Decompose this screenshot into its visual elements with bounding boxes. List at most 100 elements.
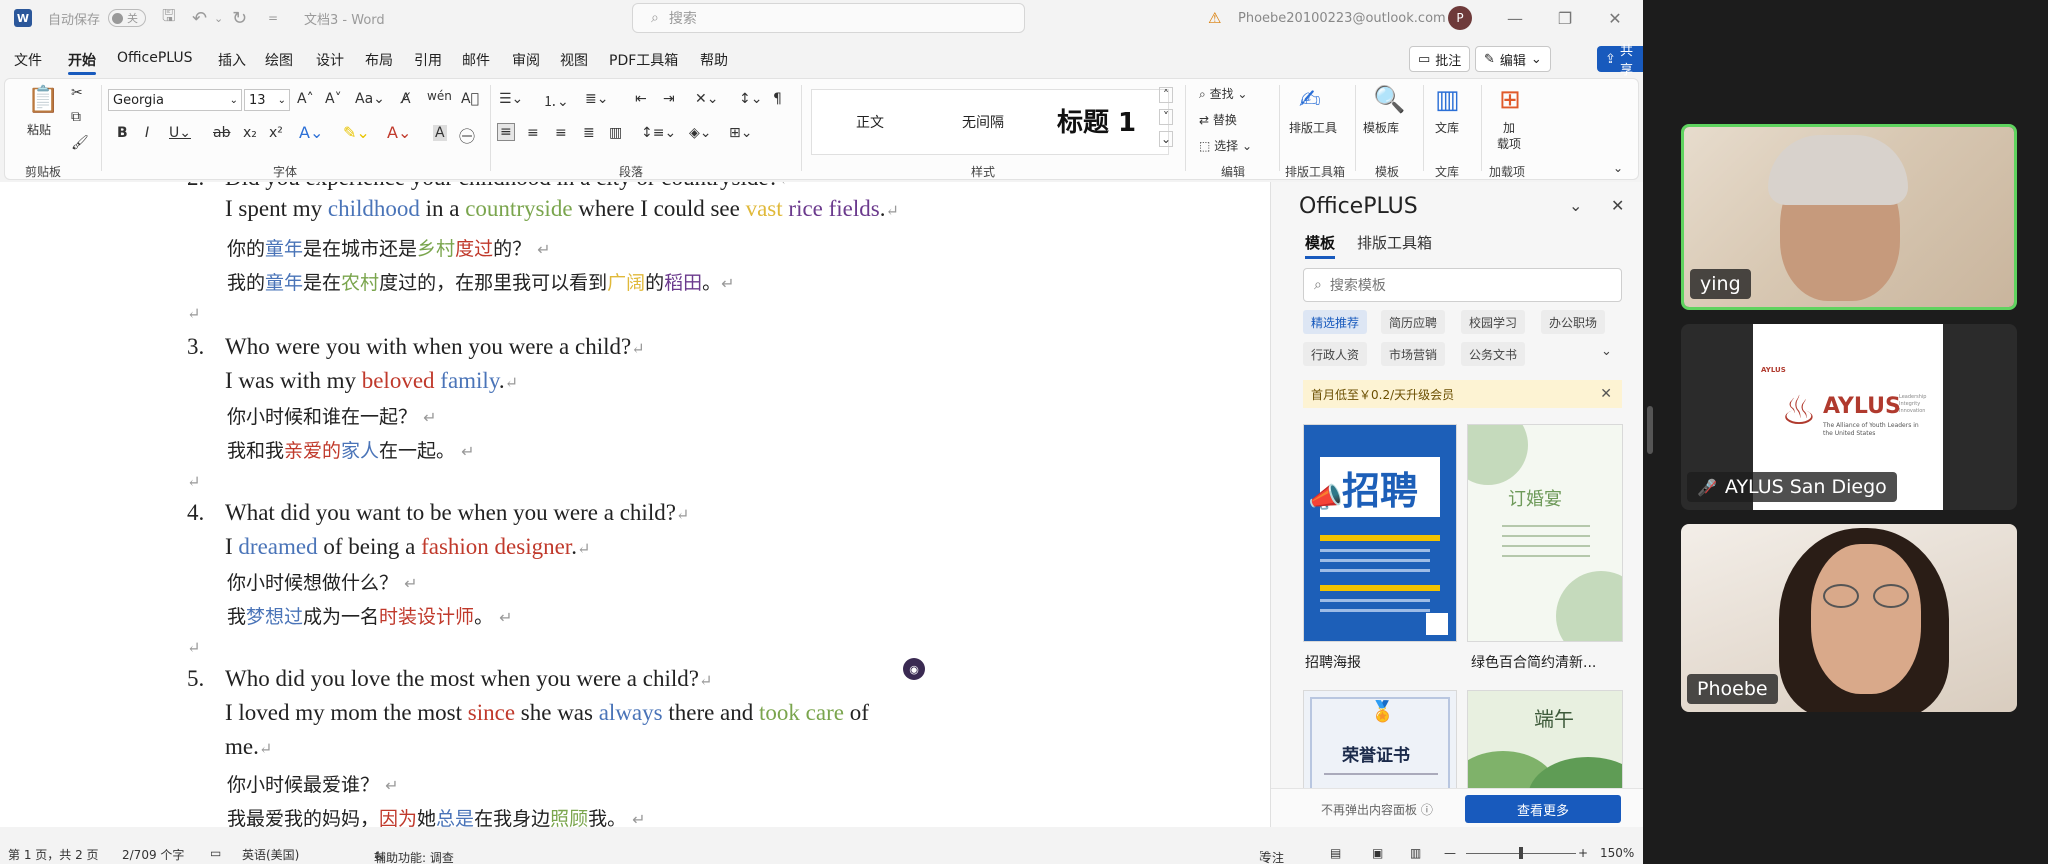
cut-icon[interactable]: ✂ [71,85,83,101]
close-icon[interactable]: ✕ [1592,0,1638,36]
view-more-button[interactable]: 查看更多 [1465,795,1621,823]
layout-tool-icon[interactable]: ✍ [1299,85,1321,115]
char-border-icon[interactable]: A⃞ [461,91,479,107]
autosave-toggle[interactable]: 关 [108,0,146,36]
tab-view[interactable]: 视图 [560,50,588,70]
promo-close-icon[interactable]: ✕ [1600,386,1612,402]
zoom-out-icon[interactable]: — [1444,846,1456,860]
style-normal[interactable]: 正文 [856,112,884,132]
bullets-icon[interactable]: ☰⌄ [499,91,523,107]
superscript-icon[interactable]: x² [269,125,283,141]
tab-design[interactable]: 设计 [316,50,344,70]
justify-icon[interactable]: ≣ [583,125,595,141]
tab-help[interactable]: 帮助 [700,50,728,70]
template-thumb-engagement[interactable]: 订婚宴 [1467,424,1623,642]
proofing-icon[interactable]: ▭ [210,846,221,860]
share-button[interactable]: ⇪ 共享 ⌄ [1597,44,1643,78]
tab-pdf-tools[interactable]: PDF工具箱 [609,50,678,70]
font-color-icon[interactable]: A⌄ [387,123,411,142]
paste-icon[interactable]: 📋 [27,85,59,115]
word-count[interactable]: 2/709 个字 [122,846,184,863]
layout-tool-button[interactable]: 排版工具 [1289,119,1337,136]
template-lib-icon[interactable]: 🔍 [1373,85,1405,115]
customize-toolbar-icon[interactable]: = [268,0,278,36]
clear-format-icon[interactable]: A̸ [401,91,411,107]
page-count[interactable]: 第 1 页，共 2 页 [8,846,99,863]
char-shading-icon[interactable]: A [433,125,447,141]
style-no-spacing[interactable]: 无间隔 [962,112,1004,132]
style-heading-1[interactable]: 标题 1 [1057,102,1136,139]
borders-icon[interactable]: ⊞⌄ [729,125,752,141]
pane-tab-layout-tools[interactable]: 排版工具箱 [1357,232,1432,253]
participant-tile-aylus[interactable]: AYLUS ♨ AYLUS The Alliance of Youth Lead… [1681,324,2017,510]
align-center-icon[interactable]: ≡ [527,125,539,141]
show-marks-icon[interactable]: ¶ [773,91,782,107]
template-thumb-dragonboat[interactable]: 端午 [1467,690,1623,790]
subscript-icon[interactable]: x₂ [243,125,257,141]
styles-more-icon[interactable]: ⌄ [1159,131,1173,147]
template-label-engagement[interactable]: 绿色百合简约清新... [1471,652,1596,672]
asian-layout-icon[interactable]: ✕⌄ [695,91,718,107]
tab-draw[interactable]: 绘图 [265,50,293,70]
numbering-icon[interactable]: ⒈⌄ [543,91,569,111]
tab-officeplus[interactable]: OfficePLUS [117,50,193,66]
distributed-icon[interactable]: ▥ [609,125,622,141]
italic-icon[interactable]: I [145,125,149,141]
sort-icon[interactable]: ↕⌄ [739,91,762,107]
line-spacing-icon[interactable]: ↕≡⌄ [641,125,676,141]
chip-official-docs[interactable]: 公务文书 [1461,342,1526,366]
pane-tab-templates[interactable]: 模板 [1305,232,1336,259]
paste-button[interactable]: 粘贴 [27,121,51,138]
read-mode-icon[interactable]: ▤ [1330,846,1341,860]
redo-icon[interactable]: ↻ [232,0,247,36]
chip-hr[interactable]: 行政人资 [1303,342,1368,366]
tab-mailings[interactable]: 邮件 [462,50,490,70]
tab-review[interactable]: 审阅 [512,50,540,70]
print-layout-icon[interactable]: ▣ [1372,846,1383,860]
document-canvas[interactable]: 2. Did you experience your childhood in … [0,182,1270,827]
participant-tile-phoebe[interactable]: Phoebe [1681,524,2017,712]
promo-banner[interactable]: 首月低至￥0.2/天升级会员 ✕ [1303,380,1622,408]
bold-icon[interactable]: B [117,125,128,141]
warning-icon[interactable]: ⚠ [1208,0,1221,36]
comments-button[interactable]: ▭ 批注 [1409,46,1471,72]
styles-scroll-down-icon[interactable]: ˅ [1159,109,1173,125]
tab-insert[interactable]: 插入 [218,50,246,70]
chip-marketing[interactable]: 市场营销 [1381,342,1446,366]
align-left-icon[interactable]: ≡ [497,123,515,141]
pane-close-icon[interactable]: ✕ [1611,196,1624,215]
replace-button[interactable]: ⇄ 替换 [1199,111,1237,128]
align-right-icon[interactable]: ≡ [555,125,567,141]
dont-show-again-link[interactable]: 不再弹出内容面板 ⓘ [1321,801,1433,818]
editing-mode-button[interactable]: ✎ 编辑 ⌄ [1475,46,1551,72]
addins-button-line2[interactable]: 载项 [1497,135,1521,152]
chip-featured[interactable]: 精选推荐 [1303,310,1368,334]
library-icon[interactable]: ▥ [1435,85,1460,115]
zoom-slider-thumb[interactable] [1519,847,1523,859]
grow-font-icon[interactable]: A˄ [297,91,314,107]
format-painter-icon[interactable]: 🖌 [71,135,89,151]
chip-office[interactable]: 办公职场 [1541,310,1606,334]
participant-tile-ying[interactable]: ying [1681,124,2017,310]
highlight-icon[interactable]: ✎⌄ [343,123,370,142]
library-button[interactable]: 文库 [1435,119,1459,136]
tab-home[interactable]: 开始 [68,50,96,75]
web-layout-icon[interactable]: ▥ [1410,846,1421,860]
language[interactable]: 英语(美国) [242,846,299,863]
enclose-char-icon[interactable]: ㊀ [459,123,475,147]
chip-resume[interactable]: 简历应聘 [1381,310,1446,334]
select-button[interactable]: ⬚ 选择 ⌄ [1199,137,1252,154]
template-lib-button[interactable]: 模板库 [1363,119,1399,136]
chip-campus[interactable]: 校园学习 [1461,310,1526,334]
tab-file[interactable]: 文件 [14,50,42,70]
tab-layout[interactable]: 布局 [365,50,393,70]
find-button[interactable]: ⌕ 查找 ⌄ [1199,85,1247,102]
search-input[interactable]: ⌕ 搜索 [632,3,1025,33]
collapse-ribbon-icon[interactable]: ⌄ [1613,161,1623,175]
shrink-font-icon[interactable]: A˅ [325,91,342,107]
template-search-input[interactable]: ⌕ 搜索模板 [1303,268,1622,302]
font-size-select[interactable]: 13 ⌄ [244,89,290,111]
increase-indent-icon[interactable]: ⇥ [663,91,675,107]
gallery-scrollbar[interactable] [1643,0,1657,864]
phonetic-guide-icon[interactable]: wén [427,89,452,103]
